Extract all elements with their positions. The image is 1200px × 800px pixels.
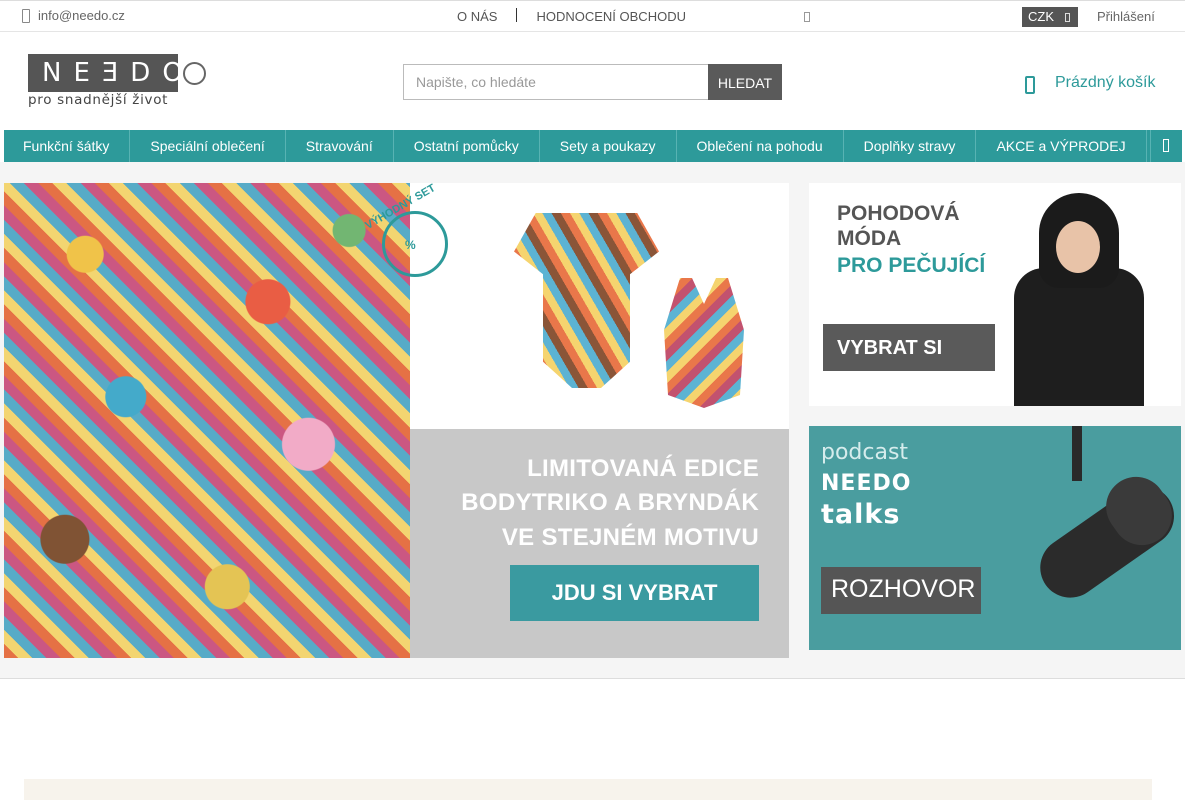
podcast-cta-button[interactable]: ROZHOVOR: [821, 567, 981, 614]
microphone-icon: [1014, 426, 1181, 650]
banner-cta-button[interactable]: JDU SI VYBRAT: [510, 565, 759, 621]
model-photo: [1014, 193, 1144, 406]
link-separator: [516, 7, 518, 22]
footer-strip: [24, 779, 1152, 800]
banner-headline-2: BODYTRIKO A BRYNDÁK: [461, 489, 759, 516]
envelope-icon: [22, 8, 30, 23]
site-logo[interactable]: NEƎDO pro snadnější život: [28, 54, 208, 110]
cart-icon: [1025, 76, 1035, 94]
search-button[interactable]: HLEDAT: [708, 64, 782, 100]
logo-wordmark: NEƎDO: [28, 54, 183, 92]
fashion-cta-button[interactable]: VYBRAT SI: [823, 324, 995, 371]
banner-headline-1: LIMITOVANÁ EDICE: [527, 455, 759, 482]
banner-text-panel: LIMITOVANÁ EDICE BODYTRIKO A BRYNDÁK VE …: [410, 429, 789, 658]
cart-label: Prázdný košík: [1055, 74, 1156, 91]
discount-badge-icon: %: [382, 211, 448, 277]
side-banner-podcast[interactable]: podcast NEEDO talks ROZHOVOR: [809, 426, 1181, 650]
social-icon[interactable]: [804, 12, 810, 22]
currency-select[interactable]: CZK: [1022, 7, 1078, 27]
contact-email[interactable]: info@needo.cz: [22, 8, 125, 23]
nav-item-supplements[interactable]: Doplňky stravy: [844, 130, 977, 162]
fashion-title-2: MÓDA: [837, 227, 902, 250]
search-form: HLEDAT: [403, 64, 782, 100]
login-link[interactable]: Přihlášení: [1097, 9, 1155, 24]
nav-more-button[interactable]: [1150, 130, 1182, 162]
nav-item-comfort-clothing[interactable]: Oblečení na pohodu: [677, 130, 844, 162]
main-banner[interactable]: VÝHODNÝ SET % LIMITOVANÁ EDICE BODYTRIKO…: [4, 183, 789, 658]
link-about[interactable]: O NÁS: [457, 9, 497, 24]
fashion-title-3: PRO PEČUJÍCÍ: [837, 254, 986, 277]
chevron-down-icon: [1065, 13, 1070, 22]
logo-tagline: pro snadnější život: [28, 92, 169, 108]
hero-area: VÝHODNÝ SET % LIMITOVANÁ EDICE BODYTRIKO…: [0, 162, 1185, 679]
top-links: O NÁS HODNOCENÍ OBCHODU: [457, 7, 686, 24]
nav-item-other-aids[interactable]: Ostatní pomůcky: [394, 130, 540, 162]
podcast-title: talks: [821, 499, 901, 530]
email-text[interactable]: info@needo.cz: [38, 8, 125, 23]
nav-item-sets-vouchers[interactable]: Sety a poukazy: [540, 130, 677, 162]
cart-link[interactable]: Prázdný košík: [1025, 72, 1155, 94]
currency-value: CZK: [1028, 9, 1054, 24]
main-nav: Funkční šátky Speciální oblečení Stravov…: [4, 130, 1182, 162]
link-shop-rating[interactable]: HODNOCENÍ OBCHODU: [536, 9, 686, 24]
banner-pattern-image: [4, 183, 410, 658]
nav-item-special-clothing[interactable]: Speciální oblečení: [130, 130, 286, 162]
top-bar: info@needo.cz O NÁS HODNOCENÍ OBCHODU CZ…: [0, 0, 1185, 32]
face-shape: [1056, 221, 1100, 273]
mic-stand: [1072, 426, 1082, 481]
menu-icon: [1163, 139, 1169, 152]
fashion-title-1: POHODOVÁ: [837, 202, 960, 225]
nav-item-eating[interactable]: Stravování: [286, 130, 394, 162]
podcast-brand: NEEDO: [821, 471, 912, 496]
hoodie-shape: [1014, 268, 1144, 406]
logo-circle: [183, 62, 206, 85]
podcast-label: podcast: [821, 440, 909, 465]
side-banner-fashion[interactable]: POHODOVÁ MÓDA PRO PEČUJÍCÍ VYBRAT SI: [809, 183, 1181, 406]
search-input[interactable]: [403, 64, 708, 100]
banner-headline-3: VE STEJNÉM MOTIVU: [501, 524, 759, 551]
badge-symbol: %: [405, 238, 416, 252]
nav-item-sale[interactable]: AKCE a VÝPRODEJ: [976, 130, 1147, 162]
nav-item-functional-scarves[interactable]: Funkční šátky: [4, 130, 131, 162]
